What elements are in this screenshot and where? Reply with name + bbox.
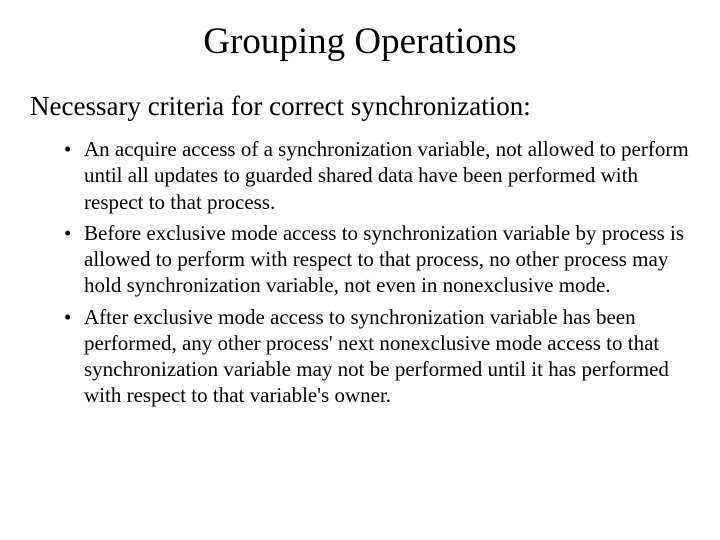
list-item: After exclusive mode access to synchroni… — [64, 304, 690, 409]
list-item: Before exclusive mode access to synchron… — [64, 220, 690, 299]
list-item: An acquire access of a synchronization v… — [64, 136, 690, 215]
slide-title: Grouping Operations — [30, 20, 690, 63]
bullet-list: An acquire access of a synchronization v… — [30, 136, 690, 409]
slide: Grouping Operations Necessary criteria f… — [0, 0, 720, 540]
slide-subheading: Necessary criteria for correct synchroni… — [30, 91, 690, 122]
